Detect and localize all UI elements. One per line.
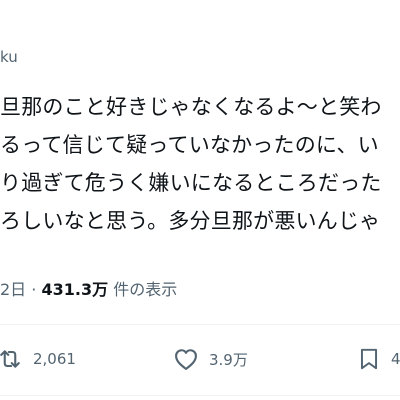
tweet-text-line: るって信じて疑っていなかったのに、い — [0, 133, 379, 157]
bookmark-count: 4 — [391, 350, 400, 368]
retweet-icon — [0, 345, 24, 373]
tweet-detail: ku 旦那のこと好きじゃなくなるよ〜と笑わ るって信じて疑っていなかったのに、い… — [0, 0, 400, 400]
view-count: 431.3万 — [41, 280, 109, 299]
retweet-button[interactable]: 2,061 — [0, 345, 76, 373]
divider — [0, 395, 400, 396]
retweet-count: 2,061 — [33, 350, 76, 368]
tweet-meta: 2日 · 431.3万 件の表示 — [0, 276, 177, 300]
like-button[interactable]: 3.9万 — [172, 345, 248, 373]
action-bar: 2,061 3.9万 4 — [0, 324, 400, 395]
view-count-label: 件の表示 — [113, 280, 178, 299]
tweet-text-line: 旦那のこと好きじゃなくなるよ〜と笑わ — [0, 95, 382, 119]
like-count: 3.9万 — [209, 350, 248, 369]
tweet-text-line: り過ぎて危うく嫌いになるところだった — [0, 171, 382, 195]
bookmark-button[interactable]: 4 — [356, 345, 400, 373]
bookmark-icon — [356, 345, 382, 373]
user-handle[interactable]: ku — [0, 48, 18, 66]
tweet-text: 旦那のこと好きじゃなくなるよ〜と笑わ るって信じて疑っていなかったのに、い り過… — [0, 88, 382, 240]
tweet-text-line: ろしいなと思う。多分旦那が悪いんじゃ — [0, 209, 381, 233]
heart-icon — [172, 345, 200, 373]
post-date[interactable]: 2日 — [0, 280, 26, 299]
meta-separator: · — [31, 280, 37, 299]
